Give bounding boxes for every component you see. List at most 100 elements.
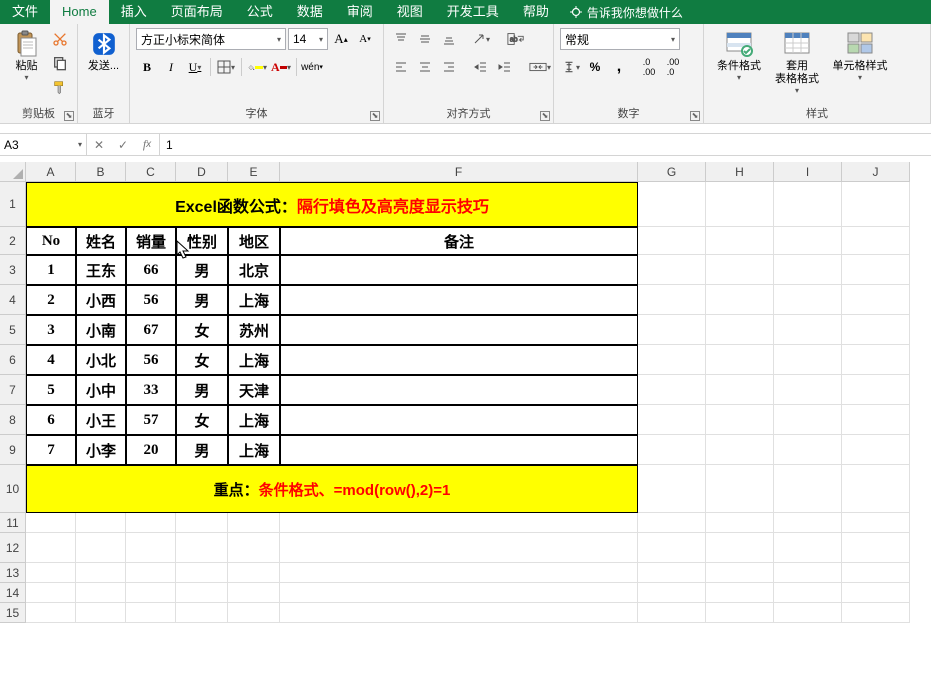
col-header-G[interactable]: G [638,162,706,182]
cell[interactable] [842,563,910,583]
cell[interactable] [76,533,126,563]
cell[interactable] [26,583,76,603]
cell[interactable]: 33 [126,375,176,405]
cell[interactable] [842,405,910,435]
cell[interactable] [706,435,774,465]
cell[interactable] [842,285,910,315]
align-top-button[interactable] [390,28,412,50]
cell[interactable] [774,255,842,285]
confirm-edit-button[interactable]: ✓ [111,135,135,155]
align-center-button[interactable] [414,56,436,78]
cell[interactable]: 小王 [76,405,126,435]
cell[interactable] [706,375,774,405]
cell[interactable] [176,583,228,603]
col-header-B[interactable]: B [76,162,126,182]
cell[interactable] [280,255,638,285]
format-painter-button[interactable] [49,76,71,98]
font-size-select[interactable]: 14▾ [288,28,328,50]
fx-button[interactable]: fx [135,135,159,155]
title-cell[interactable]: Excel函数公式：隔行填色及高亮度显示技巧 [26,182,638,227]
cell[interactable] [774,603,842,623]
cell[interactable] [126,533,176,563]
cell[interactable] [842,375,910,405]
row-header-1[interactable]: 1 [0,182,26,227]
cell[interactable] [228,603,280,623]
percent-button[interactable]: % [584,56,606,78]
cell[interactable] [76,583,126,603]
cell[interactable] [638,533,706,563]
increase-indent-button[interactable] [494,56,516,78]
cell[interactable]: 姓名 [76,227,126,255]
menu-tab-视图[interactable]: 视图 [385,0,435,24]
comma-button[interactable]: , [608,56,630,78]
cell[interactable] [280,285,638,315]
conditional-format-button[interactable]: 条件格式 ▾ [710,28,768,82]
cell[interactable]: 7 [26,435,76,465]
cell[interactable]: 4 [26,345,76,375]
cell[interactable]: 性别 [176,227,228,255]
menu-tab-帮助[interactable]: 帮助 [511,0,561,24]
cell[interactable] [706,465,774,513]
cell[interactable] [176,563,228,583]
cell[interactable]: 小中 [76,375,126,405]
cell[interactable] [842,513,910,533]
menu-tab-插入[interactable]: 插入 [109,0,159,24]
cell[interactable] [774,182,842,227]
cell[interactable]: 6 [26,405,76,435]
dialog-launcher-icon[interactable]: ⬊ [690,111,700,121]
cell[interactable] [774,345,842,375]
cell-grid[interactable]: Excel函数公式：隔行填色及高亮度显示技巧No姓名销量性别地区备注1王东66男… [26,182,910,623]
cell[interactable]: 5 [26,375,76,405]
menu-tab-审阅[interactable]: 审阅 [335,0,385,24]
cell[interactable] [280,603,638,623]
dialog-launcher-icon[interactable]: ⬊ [64,111,74,121]
cell[interactable] [280,345,638,375]
cell[interactable] [706,285,774,315]
merge-button[interactable]: ▾ [526,56,554,78]
cell[interactable] [228,563,280,583]
cell[interactable] [774,533,842,563]
cell[interactable] [76,603,126,623]
cell[interactable] [706,583,774,603]
cell[interactable]: 王东 [76,255,126,285]
select-all-corner[interactable] [0,162,26,182]
dialog-launcher-icon[interactable]: ⬊ [370,111,380,121]
cell[interactable]: 小李 [76,435,126,465]
cell[interactable] [774,405,842,435]
cell[interactable] [228,513,280,533]
row-header-7[interactable]: 7 [0,375,26,405]
bold-button[interactable]: B [136,56,158,78]
cell[interactable] [280,513,638,533]
cell[interactable]: 苏州 [228,315,280,345]
cell[interactable] [280,435,638,465]
cell[interactable]: 男 [176,255,228,285]
cell[interactable] [638,182,706,227]
menu-tab-页面布局[interactable]: 页面布局 [159,0,235,24]
cell[interactable] [126,583,176,603]
align-bottom-button[interactable] [438,28,460,50]
menu-tab-开发工具[interactable]: 开发工具 [435,0,511,24]
fill-color-button[interactable]: ▾ [246,56,268,78]
cell[interactable] [706,345,774,375]
cell[interactable] [280,533,638,563]
align-left-button[interactable] [390,56,412,78]
col-header-H[interactable]: H [706,162,774,182]
menu-tab-home[interactable]: Home [50,0,109,24]
row-header-12[interactable]: 12 [0,533,26,563]
cell[interactable] [774,513,842,533]
cell[interactable] [774,465,842,513]
column-headers[interactable]: ABCDEFGHIJ [26,162,910,182]
cell[interactable] [280,315,638,345]
col-header-E[interactable]: E [228,162,280,182]
row-header-6[interactable]: 6 [0,345,26,375]
cell[interactable]: 地区 [228,227,280,255]
cell[interactable] [26,533,76,563]
align-middle-button[interactable] [414,28,436,50]
menu-tab-数据[interactable]: 数据 [285,0,335,24]
cell[interactable] [774,375,842,405]
cell[interactable] [26,563,76,583]
row-headers[interactable]: 123456789101112131415 [0,182,26,623]
formula-input[interactable]: 1 [160,134,931,155]
cell[interactable] [638,465,706,513]
align-right-button[interactable] [438,56,460,78]
